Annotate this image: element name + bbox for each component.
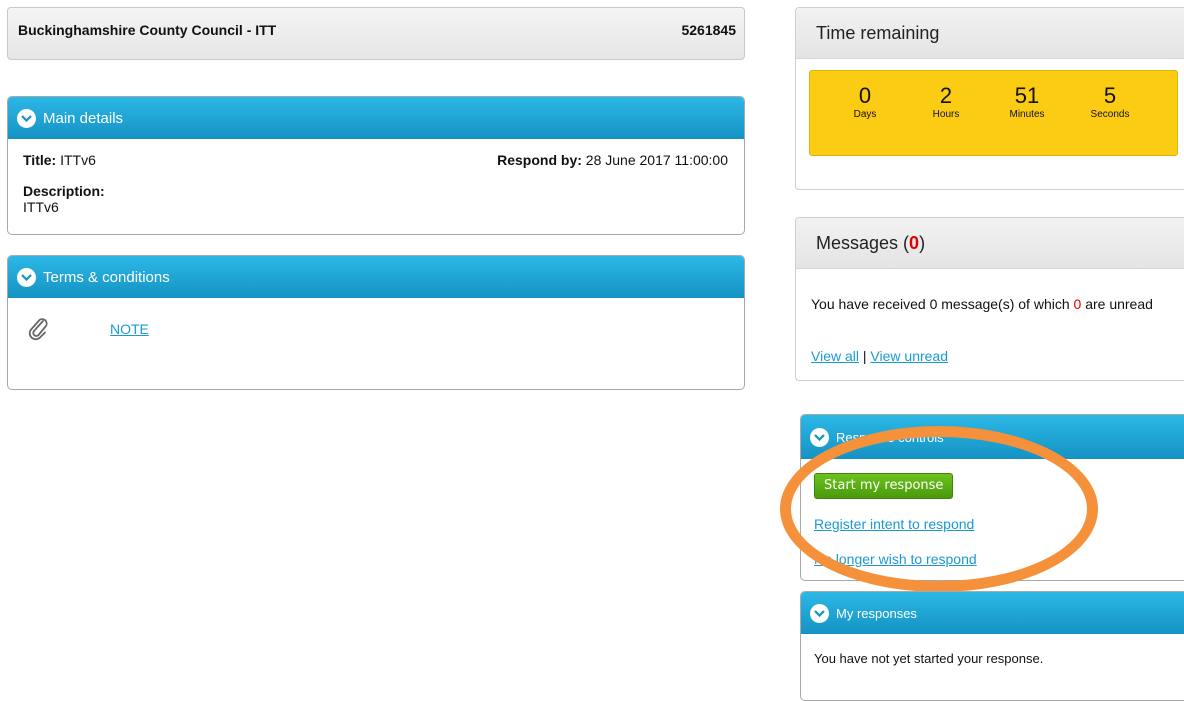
title-field: Title: ITTv6 (23, 152, 96, 168)
organisation-name: Buckinghamshire County Council - ITT (18, 22, 277, 38)
countdown-seconds: 5 Seconds (1080, 83, 1140, 120)
countdown-value: 51 (1014, 83, 1040, 108)
note-link[interactable]: NOTE (110, 321, 149, 337)
messages-heading: Messages (0) (796, 218, 1184, 269)
messages-links: View all | View unread (811, 348, 948, 364)
chevron-down-icon[interactable] (17, 267, 36, 287)
title-value: ITTv6 (60, 152, 96, 168)
countdown-label: Days (853, 109, 877, 120)
countdown-hours: 2 Hours (916, 83, 976, 120)
header-bar: Buckinghamshire County Council - ITT 526… (7, 7, 745, 60)
chevron-down-icon[interactable] (17, 108, 36, 128)
description-value: ITTv6 (23, 199, 59, 215)
countdown-minutes: 51 Minutes (997, 83, 1057, 120)
main-details-panel: Main details Title: ITTv6 Respond by: 28… (7, 96, 745, 235)
respond-by-value: 28 June 2017 11:00:00 (585, 152, 728, 168)
countdown-timer: 0 Days 2 Hours 51 Minutes 5 Seconds (809, 70, 1178, 156)
main-details-header[interactable]: Main details (8, 97, 744, 139)
description-label: Description: (23, 183, 105, 199)
chevron-down-icon[interactable] (810, 427, 829, 447)
time-remaining-panel: Time remaining 0 Days 2 Hours 51 Minutes… (795, 7, 1184, 190)
start-my-response-button[interactable]: Start my response (814, 473, 954, 499)
main-details-heading: Main details (43, 109, 124, 127)
messages-count: 0 (909, 232, 920, 253)
countdown-value: 2 (939, 83, 953, 108)
paperclip-icon (28, 317, 50, 346)
response-controls-panel: Response controls Start my response Regi… (800, 414, 1184, 581)
terms-heading: Terms & conditions (43, 268, 170, 286)
messages-panel: Messages (0) You have received 0 message… (795, 217, 1184, 381)
messages-heading-text: Messages ( (816, 232, 910, 253)
countdown-value: 5 (1103, 83, 1117, 108)
title-label: Title: (23, 152, 57, 168)
my-responses-panel: My responses You have not yet started yo… (800, 591, 1184, 701)
view-all-link[interactable]: View all (811, 348, 859, 364)
my-responses-header[interactable]: My responses (801, 592, 1184, 634)
countdown-days: 0 Days (835, 83, 895, 120)
countdown-label: Seconds (1090, 109, 1130, 120)
reference-number: 5261845 (681, 22, 736, 38)
response-controls-heading: Response controls (836, 429, 944, 445)
terms-header[interactable]: Terms & conditions (8, 256, 744, 298)
messages-summary: You have received 0 message(s) of which … (811, 292, 1181, 316)
time-remaining-heading: Time remaining (796, 8, 1184, 59)
register-intent-link[interactable]: Register intent to respond (814, 516, 974, 532)
my-responses-heading: My responses (836, 605, 917, 621)
messages-summary-post: are unread (1081, 296, 1153, 312)
terms-panel: Terms & conditions NOTE (7, 255, 745, 390)
link-separator: | (859, 348, 871, 364)
response-controls-header[interactable]: Response controls (801, 415, 1184, 459)
countdown-label: Hours (932, 109, 960, 120)
messages-summary-pre: You have received 0 message(s) of which (811, 296, 1074, 312)
respond-by-field: Respond by: 28 June 2017 11:00:00 (497, 152, 728, 168)
view-unread-link[interactable]: View unread (870, 348, 948, 364)
countdown-label: Minutes (1009, 109, 1045, 120)
respond-by-label: Respond by: (497, 152, 582, 168)
no-longer-wish-link[interactable]: No longer wish to respond (814, 551, 977, 567)
messages-heading-end: ) (919, 232, 926, 253)
chevron-down-icon[interactable] (810, 603, 829, 623)
my-responses-status: You have not yet started your response. (814, 651, 1044, 666)
countdown-value: 0 (858, 83, 872, 108)
